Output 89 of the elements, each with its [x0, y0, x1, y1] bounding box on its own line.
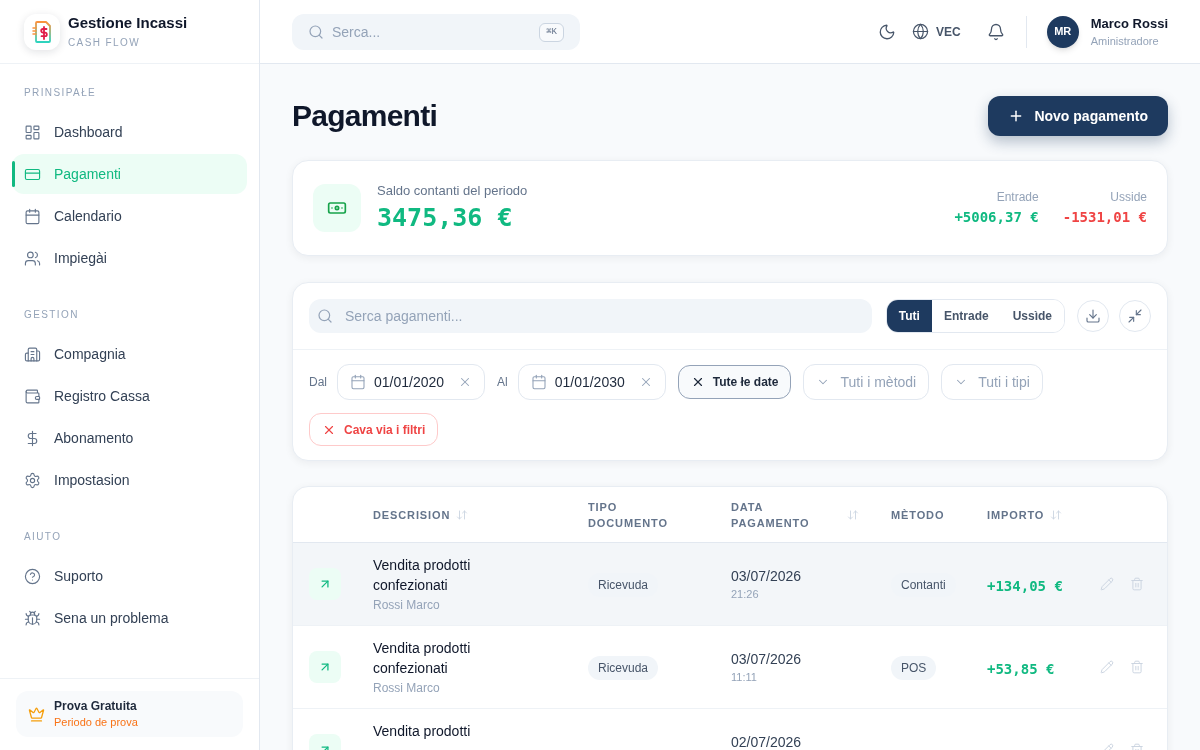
- trial-subtitle: Periodo de prova: [54, 715, 138, 730]
- document-type-tag: Ricevuda: [588, 656, 659, 680]
- payment-description: Vendita prodotti confezionati: [373, 639, 472, 678]
- page-title: Pagamenti: [292, 98, 437, 134]
- sidebar-item[interactable]: Registro Cassa: [12, 376, 247, 416]
- payment-time: 21:26: [731, 587, 759, 602]
- sort-icon[interactable]: [456, 508, 469, 521]
- moon-icon[interactable]: [878, 22, 896, 41]
- section-label: GESTION: [23, 308, 80, 322]
- trash-icon[interactable]: [1130, 577, 1144, 591]
- total-value: -1531,01 €: [1062, 208, 1147, 227]
- clear-filters-button[interactable]: Cava via i filtri: [309, 413, 439, 446]
- amount-text: +134,05 €: [987, 578, 1063, 594]
- bell-icon[interactable]: [986, 22, 1005, 41]
- table-row[interactable]: Vendita prodotti 02/07/2026: [293, 709, 1167, 750]
- sidebar-item[interactable]: Suporto: [12, 556, 247, 596]
- calendar-icon: [350, 374, 366, 390]
- payer-name: Rossi Marco: [373, 597, 441, 613]
- search-icon: [317, 308, 333, 324]
- payment-search-field[interactable]: Serca pagamenti...: [309, 299, 872, 333]
- banknote-icon: [313, 184, 361, 232]
- column-header: IMPORTO: [987, 507, 1045, 523]
- table-row[interactable]: Vendita prodotti confezionati Rossi Marco Ricevuda 03/07/2026 21:26 Contanti +134,05 €: [293, 543, 1167, 626]
- arrow-up-right-icon: [309, 651, 341, 683]
- active-indicator: [12, 161, 15, 187]
- sidebar-item[interactable]: Sena un problema: [12, 598, 247, 638]
- payer-name: Rossi Marco: [373, 680, 441, 696]
- app-title: Gestione Incassi: [68, 12, 188, 33]
- help-icon: [24, 567, 41, 585]
- balance-label: Saldo contanti del periodo: [377, 183, 528, 199]
- payment-date: 03/07/2026: [731, 651, 802, 667]
- column-header: TIPO DOCUMENTO: [588, 499, 669, 531]
- sidebar-item[interactable]: Calendario: [12, 196, 247, 236]
- users-icon: [24, 249, 41, 267]
- sidebar-item[interactable]: Impiegài: [12, 238, 247, 278]
- avatar[interactable]: MR: [1046, 15, 1079, 48]
- payment-date: 02/07/2026: [731, 734, 802, 750]
- sidebar-item[interactable]: Impostasion: [12, 460, 247, 500]
- payment-method-tag: POS: [891, 656, 937, 680]
- minimize-icon: [1127, 308, 1143, 324]
- date-label: Dal: [309, 374, 327, 391]
- date-label: Al: [497, 374, 508, 391]
- settings-icon: [24, 471, 41, 489]
- column-header: DATA PAGAMENTO: [731, 499, 811, 531]
- building-icon: [24, 345, 41, 363]
- pencil-icon[interactable]: [1100, 577, 1114, 591]
- search-icon: [308, 23, 324, 40]
- user-role: Aministradore: [1090, 33, 1160, 49]
- column-header: MÈTODO: [891, 507, 945, 523]
- language-button[interactable]: VEC: [912, 22, 961, 41]
- sort-icon[interactable]: [1050, 508, 1063, 521]
- clear-icon[interactable]: [458, 375, 472, 389]
- date-field[interactable]: 01/01/2020: [337, 364, 485, 400]
- filter-tab[interactable]: Tuti: [886, 300, 932, 332]
- total-value: +5006,37 €: [954, 208, 1039, 227]
- amount-text: +53,85 €: [987, 661, 1055, 677]
- download-icon: [1085, 308, 1101, 324]
- payment-description: Vendita prodotti confezionati: [373, 556, 472, 595]
- sidebar-item[interactable]: Compagnia: [12, 334, 247, 374]
- date-range-chip[interactable]: Tute łe date: [677, 365, 792, 399]
- trash-icon[interactable]: [1130, 660, 1144, 674]
- total-label: Usside: [1110, 189, 1147, 205]
- sidebar-item[interactable]: Dashboard: [12, 112, 247, 152]
- section-label: AIUTO: [23, 530, 63, 544]
- sidebar-item[interactable]: Abonamento: [12, 418, 247, 458]
- arrow-up-right-icon: [309, 568, 341, 600]
- app-subtitle: CASH FLOW: [68, 35, 142, 50]
- calendar-icon: [530, 374, 547, 390]
- dashboard-icon: [24, 123, 41, 141]
- balance-value: 3475,36 €: [377, 203, 514, 233]
- pencil-icon[interactable]: [1100, 660, 1114, 674]
- bug-icon: [24, 609, 41, 627]
- sort-icon[interactable]: [847, 508, 859, 521]
- date-field[interactable]: 01/01/2030: [517, 364, 666, 400]
- trial-title: Prova Gratuita: [54, 698, 138, 714]
- wallet-icon: [24, 387, 41, 405]
- payment-date: 03/07/2026: [731, 568, 802, 584]
- globe-icon: [912, 23, 929, 40]
- new-payment-button[interactable]: Novo pagamento: [988, 96, 1168, 136]
- crown-icon: [28, 705, 45, 723]
- user-name: Marco Rossi: [1090, 14, 1168, 33]
- table-row[interactable]: Vendita prodotti confezionati Rossi Marco Ricevuda 03/07/2026 11:11 POS +53,85 €: [293, 626, 1167, 709]
- total-label: Entrade: [996, 189, 1039, 205]
- payment-time: 11:11: [731, 670, 757, 685]
- section-label: PRINSIPAŁE: [23, 86, 98, 100]
- column-header: DESCRISION: [373, 507, 451, 523]
- calendar-icon: [24, 207, 41, 225]
- logo-icon: [24, 13, 60, 50]
- payment-description: Vendita prodotti: [373, 722, 472, 741]
